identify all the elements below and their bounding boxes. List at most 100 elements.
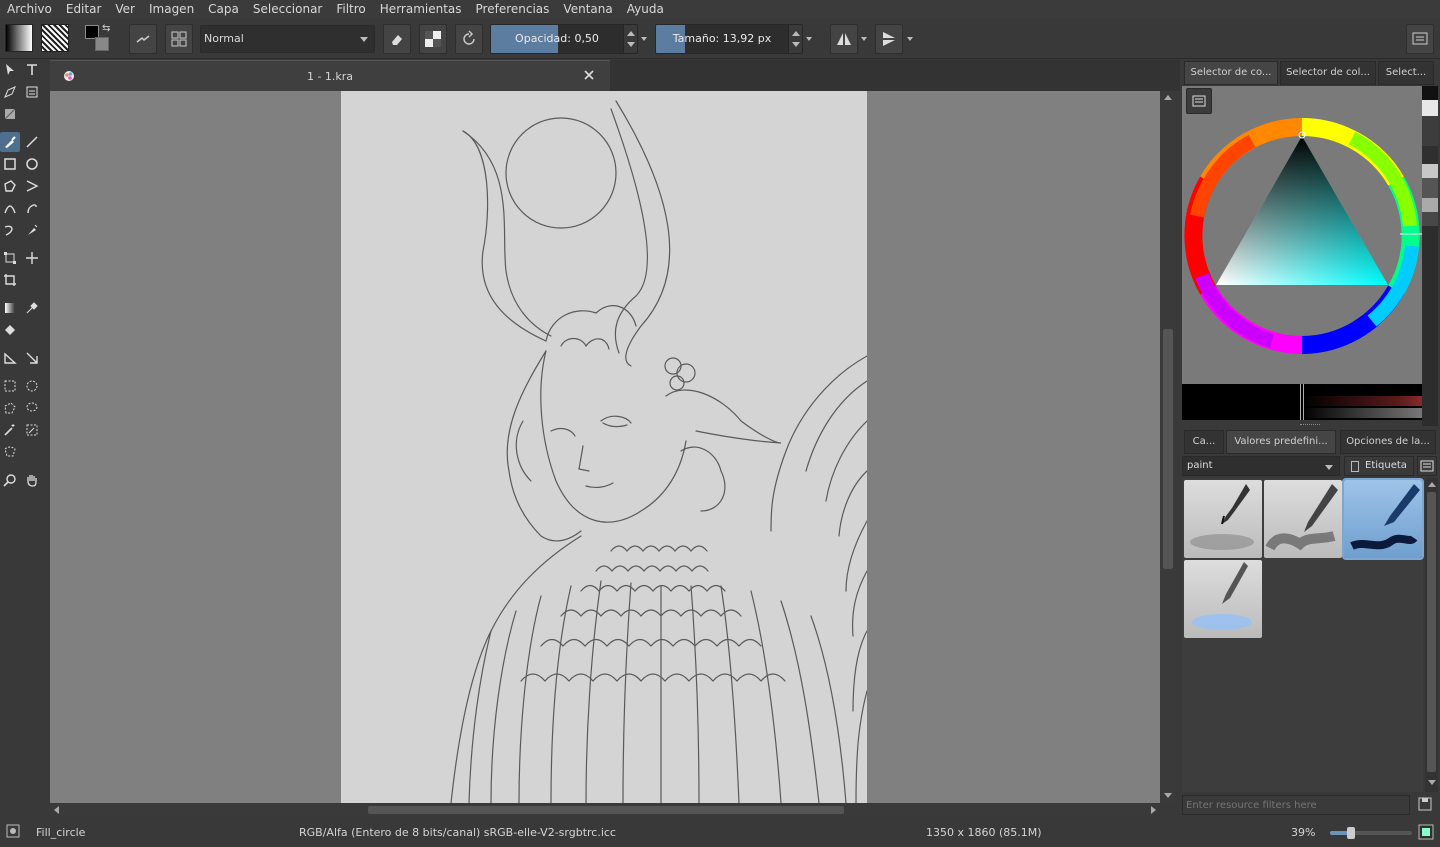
gradient-swatch[interactable] bbox=[5, 24, 33, 52]
text-tool[interactable] bbox=[22, 60, 42, 80]
horizontal-scroll-thumb[interactable] bbox=[368, 806, 844, 814]
color-picker-tool[interactable] bbox=[22, 298, 42, 318]
multibrush-tool[interactable] bbox=[22, 220, 42, 240]
fg-bg-color-selector[interactable]: ⇆ bbox=[85, 23, 113, 53]
preset-vertical-scrollbar[interactable] bbox=[1425, 478, 1438, 792]
calligraphy-tool[interactable] bbox=[22, 82, 42, 102]
gradient-tool[interactable] bbox=[0, 298, 20, 318]
color-selector-settings-button[interactable] bbox=[1186, 88, 1212, 114]
select-shapes-tool[interactable] bbox=[0, 60, 20, 80]
measure-tool[interactable] bbox=[22, 348, 42, 368]
zoom-slider-handle[interactable] bbox=[1347, 827, 1355, 839]
fill-tool[interactable] bbox=[0, 320, 20, 340]
freehand-path-tool[interactable] bbox=[22, 198, 42, 218]
size-dropdown[interactable] bbox=[804, 24, 814, 54]
menu-preferencias[interactable]: Preferencias bbox=[469, 0, 557, 18]
hue-ring-triangle[interactable] bbox=[1182, 116, 1422, 356]
tab-brush-categories[interactable]: Ca... bbox=[1184, 430, 1224, 454]
polygon-tool[interactable] bbox=[0, 176, 20, 196]
color-history-bar[interactable] bbox=[1182, 384, 1422, 420]
freehand-brush-tool[interactable] bbox=[0, 132, 20, 152]
tab-brush-presets[interactable]: Valores predefini... bbox=[1226, 430, 1336, 454]
document-tab[interactable]: 1 - 1.kra bbox=[50, 60, 610, 91]
tab-color-selector-3[interactable]: Select... bbox=[1378, 61, 1434, 85]
contiguous-select-tool[interactable] bbox=[0, 420, 20, 440]
workspace-button[interactable] bbox=[1406, 24, 1434, 54]
preserve-alpha-button[interactable] bbox=[419, 24, 447, 54]
tab-color-selector-2[interactable]: Selector de col... bbox=[1280, 61, 1376, 85]
brush-preset-ink-pen[interactable] bbox=[1184, 480, 1262, 558]
menu-ver[interactable]: Ver bbox=[108, 0, 142, 18]
scroll-down-icon[interactable] bbox=[1164, 793, 1172, 798]
edit-shapes-tool[interactable] bbox=[0, 82, 20, 102]
menu-imagen[interactable]: Imagen bbox=[142, 0, 201, 18]
bezier-tool[interactable] bbox=[0, 198, 20, 218]
canvas-vertical-scrollbar[interactable] bbox=[1160, 91, 1176, 803]
tag-select[interactable]: paint bbox=[1182, 456, 1340, 476]
mirror-vertical-button[interactable] bbox=[875, 24, 903, 54]
brush-preset-pencil[interactable] bbox=[1264, 480, 1342, 558]
opacity-slider[interactable]: Opacidad: 0,50 bbox=[490, 24, 638, 54]
size-spinner[interactable] bbox=[788, 25, 802, 53]
swap-colors-icon[interactable]: ⇆ bbox=[102, 23, 110, 34]
mirror-vertical-dropdown[interactable] bbox=[905, 24, 915, 54]
menu-ayuda[interactable]: Ayuda bbox=[620, 0, 671, 18]
dynamic-brush-tool[interactable] bbox=[0, 220, 20, 240]
pattern-swatch[interactable] bbox=[41, 24, 69, 52]
line-tool[interactable] bbox=[22, 132, 42, 152]
rect-select-tool[interactable] bbox=[0, 376, 20, 396]
tag-button[interactable]: Etiqueta bbox=[1344, 456, 1414, 476]
pan-tool[interactable] bbox=[22, 470, 42, 490]
zoom-slider[interactable] bbox=[1330, 827, 1412, 839]
freehand-select-tool[interactable] bbox=[22, 398, 42, 418]
canvas-area[interactable] bbox=[50, 91, 1160, 803]
scroll-up-icon[interactable] bbox=[1428, 482, 1436, 487]
tab-tool-options[interactable]: Opciones de la... bbox=[1340, 430, 1436, 454]
save-filter-button[interactable] bbox=[1416, 795, 1436, 815]
panel-splitter[interactable] bbox=[1300, 424, 1320, 427]
rectangle-tool[interactable] bbox=[0, 154, 20, 174]
ellipse-tool[interactable] bbox=[22, 154, 42, 174]
menu-editar[interactable]: Editar bbox=[59, 0, 109, 18]
scroll-down-icon[interactable] bbox=[1428, 780, 1436, 785]
vertical-scroll-thumb[interactable] bbox=[1163, 329, 1173, 569]
fit-page-icon[interactable] bbox=[1418, 824, 1434, 840]
scroll-left-icon[interactable] bbox=[54, 806, 59, 814]
gray-palette-strip[interactable] bbox=[1422, 86, 1438, 426]
menu-capa[interactable]: Capa bbox=[201, 0, 246, 18]
brush-preset-button[interactable] bbox=[129, 24, 157, 54]
menu-seleccionar[interactable]: Seleccionar bbox=[246, 0, 329, 18]
opacity-spinner[interactable] bbox=[623, 25, 637, 53]
zoom-tool[interactable] bbox=[0, 470, 20, 490]
canvas-paper[interactable] bbox=[341, 91, 868, 803]
mirror-horizontal-dropdown[interactable] bbox=[859, 24, 869, 54]
size-slider[interactable]: Tamaño: 13,92 px bbox=[655, 24, 803, 54]
preset-scroll-thumb[interactable] bbox=[1427, 492, 1436, 772]
canvas-horizontal-scrollbar[interactable] bbox=[50, 803, 1160, 817]
transform-tool[interactable] bbox=[0, 248, 20, 268]
pattern-edit-tool[interactable] bbox=[0, 104, 20, 124]
tab-color-selector-1[interactable]: Selector de co... bbox=[1184, 61, 1278, 85]
move-tool[interactable] bbox=[22, 248, 42, 268]
background-color[interactable] bbox=[95, 37, 109, 51]
scroll-up-icon[interactable] bbox=[1164, 95, 1172, 100]
scroll-right-icon[interactable] bbox=[1151, 806, 1156, 814]
crop-tool[interactable] bbox=[0, 270, 20, 290]
preset-view-options-button[interactable] bbox=[1417, 456, 1437, 476]
similar-select-tool[interactable] bbox=[22, 420, 42, 440]
brush-preset-marker[interactable] bbox=[1342, 478, 1424, 560]
menu-filtro[interactable]: Filtro bbox=[329, 0, 372, 18]
menu-archivo[interactable]: Archivo bbox=[0, 0, 59, 18]
mirror-horizontal-button[interactable] bbox=[830, 24, 858, 54]
polyline-tool[interactable] bbox=[22, 176, 42, 196]
opacity-dropdown[interactable] bbox=[639, 24, 649, 54]
menu-herramientas[interactable]: Herramientas bbox=[373, 0, 469, 18]
resource-filter-input[interactable] bbox=[1182, 795, 1410, 815]
menu-ventana[interactable]: Ventana bbox=[556, 0, 619, 18]
assistant-tool[interactable] bbox=[0, 348, 20, 368]
polygon-select-tool[interactable] bbox=[0, 398, 20, 418]
brush-settings-button[interactable] bbox=[165, 24, 193, 54]
reload-preset-button[interactable] bbox=[455, 24, 483, 54]
close-icon[interactable] bbox=[583, 69, 595, 81]
eraser-mode-button[interactable] bbox=[383, 24, 411, 54]
